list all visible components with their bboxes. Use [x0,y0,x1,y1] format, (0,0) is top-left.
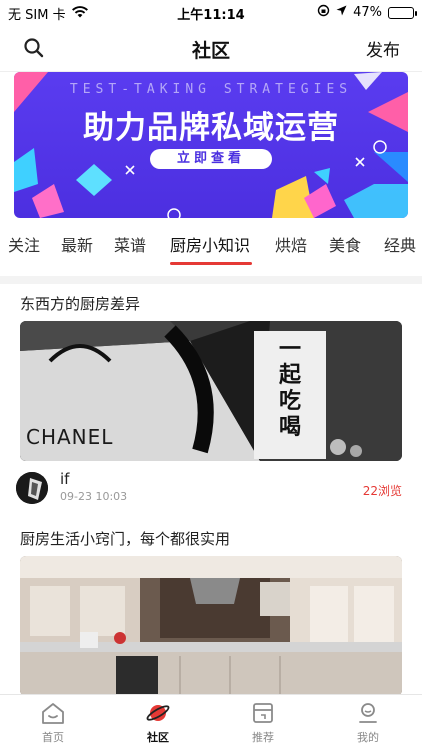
tabbar-home-label: 首页 [42,731,64,744]
nav-bar: 社区 发布 [0,24,422,72]
author-name[interactable]: if [60,470,69,488]
post-image[interactable]: CHANEL 一起吃喝 [20,321,402,461]
tabbar-community-label: 社区 [147,731,169,744]
tabbar-home[interactable]: 首页 [23,701,83,745]
status-bar: 无 SIM 卡 上午11:14 47% [0,0,422,24]
publish-button[interactable]: 发布 [366,36,400,61]
planet-icon [146,705,170,721]
view-count: 22浏览 [362,484,402,498]
post-image[interactable] [20,556,402,696]
tab-baking[interactable]: 烘焙 [275,232,307,256]
battery-percent: 47% [353,5,382,20]
category-tabs: 关注 最新 菜谱 厨房小知识 烘焙 美食 经典 [0,232,422,268]
tabbar-profile[interactable]: 我的 [338,701,398,745]
tab-kitchen-tips[interactable]: 厨房小知识 [170,232,250,256]
banner-subtitle: TEST-TAKING STRATEGIES [69,82,353,97]
profile-icon [359,703,377,723]
post-date: 09-23 10:03 [60,490,128,503]
banner-title: 助力品牌私域运营 [83,110,339,146]
tab-latest[interactable]: 最新 [61,232,93,256]
image-vertical-text: 一起吃喝 [278,337,301,440]
promo-banner[interactable]: TEST-TAKING STRATEGIES 助力品牌私域运营 立即查看 [14,72,408,218]
tab-classic[interactable]: 经典 [384,232,416,256]
post-title[interactable]: 厨房生活小窍门，每个都很实用 [20,528,230,549]
rotation-lock-icon [317,4,330,21]
location-icon [336,5,347,20]
post-title[interactable]: 东西方的厨房差异 [20,293,140,314]
battery-icon [388,6,417,19]
page-title: 社区 [191,40,230,62]
banner-view-button[interactable]: 立即查看 [150,149,272,169]
recommend-icon [253,703,273,723]
bottom-tab-bar: 首页 社区 推荐 我的 [0,694,422,750]
active-tab-indicator [170,262,252,265]
tabbar-recommend-label: 推荐 [252,731,274,744]
home-icon [42,703,64,724]
image-brand-text: CHANEL [26,425,114,449]
avatar[interactable] [16,472,48,504]
tabbar-community[interactable]: 社区 [128,701,188,745]
tab-food[interactable]: 美食 [329,232,361,256]
community-page: 无 SIM 卡 上午11:14 47% 社区 发布 TEST-TAKING ST… [0,0,422,750]
tab-recipes[interactable]: 菜谱 [114,232,146,256]
section-divider [0,276,422,284]
tabbar-recommend[interactable]: 推荐 [233,701,293,745]
post-author-row: if 09-23 10:03 22浏览 [14,470,408,506]
tab-follow[interactable]: 关注 [8,232,40,256]
kitchen-photo-shapes [20,556,402,696]
tabbar-profile-label: 我的 [357,731,379,744]
